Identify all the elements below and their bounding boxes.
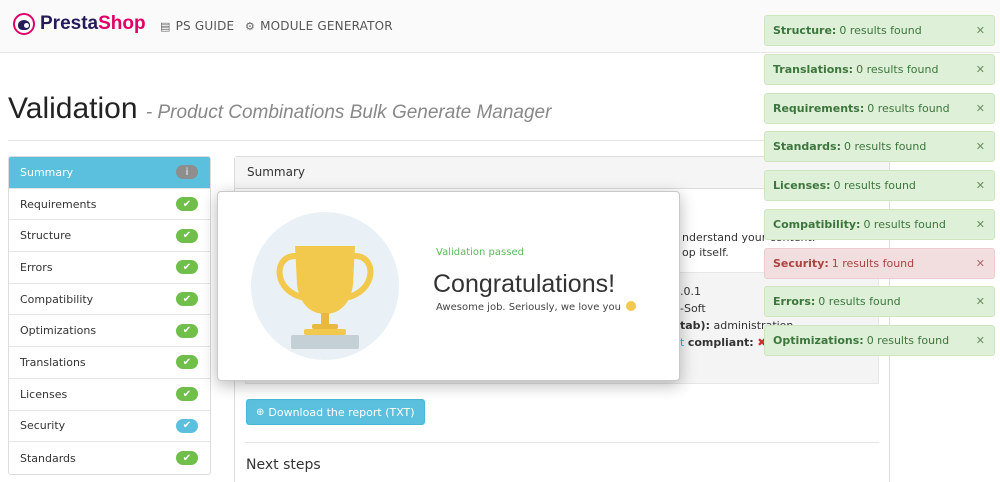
page-title-main: Validation	[8, 92, 138, 125]
divider	[245, 442, 879, 443]
heart-eyes-emoji-icon	[626, 301, 637, 311]
nav-ps-guide[interactable]: ▤ PS GUIDE	[160, 19, 234, 33]
modal-title: Congratulations!	[433, 270, 616, 298]
check-icon: ✔	[176, 418, 198, 433]
page-title: Validation - Product Combinations Bulk G…	[8, 92, 551, 126]
download-report-button[interactable]: ⊕ Download the report (TXT)	[246, 399, 425, 425]
module-compliant-fragment: t compliant: ✖	[680, 336, 767, 349]
validation-sidebar: Summary i Requirements ✔ Structure ✔ Err…	[8, 156, 211, 475]
notification-errors: Errors: 0 results found ✕	[764, 286, 995, 317]
close-icon[interactable]: ✕	[976, 334, 985, 347]
info-icon: i	[176, 165, 198, 180]
nav-module-generator-label: MODULE GENERATOR	[260, 19, 393, 33]
sidebar-item-label: Structure	[20, 229, 72, 243]
sidebar-item-summary[interactable]: Summary i	[9, 157, 210, 189]
close-icon[interactable]: ✕	[976, 295, 985, 308]
notification-translations: Translations: 0 results found ✕	[764, 54, 995, 85]
sidebar-item-standards[interactable]: Standards ✔	[9, 442, 210, 474]
summary-text-fragment: op itself.	[682, 246, 729, 259]
logo-text: PrestaShop	[40, 13, 146, 34]
sidebar-item-label: Requirements	[20, 197, 97, 211]
check-icon: ✔	[176, 197, 198, 212]
notification-structure: Structure: 0 results found ✕	[764, 15, 995, 46]
close-icon[interactable]: ✕	[976, 63, 985, 76]
check-icon: ✔	[176, 451, 198, 466]
page-subtitle: - Product Combinations Bulk Generate Man…	[145, 102, 552, 123]
sidebar-item-label: Compatibility	[20, 292, 94, 306]
notification-licenses: Licenses: 0 results found ✕	[764, 170, 995, 201]
download-report-label: Download the report (TXT)	[268, 405, 415, 419]
close-icon[interactable]: ✕	[976, 218, 985, 231]
gears-icon: ⚙	[245, 19, 256, 33]
notification-requirements: Requirements: 0 results found ✕	[764, 93, 995, 124]
sidebar-item-label: Optimizations	[20, 324, 97, 338]
sidebar-item-security[interactable]: Security ✔	[9, 411, 210, 443]
download-icon: ⊕	[256, 406, 265, 418]
book-icon: ▤	[160, 19, 171, 33]
sidebar-item-structure[interactable]: Structure ✔	[9, 220, 210, 253]
close-icon[interactable]: ✕	[976, 257, 985, 270]
module-version-fragment: .0.1	[680, 285, 701, 298]
sidebar-item-label: Licenses	[20, 387, 68, 401]
modal-message: Awesome job. Seriously, we love you	[436, 301, 637, 313]
check-icon: ✔	[176, 292, 198, 307]
notification-standards: Standards: 0 results found ✕	[764, 131, 995, 162]
sidebar-item-label: Standards	[20, 451, 76, 465]
success-modal: Validation passed Congratulations! Aweso…	[217, 191, 680, 381]
close-icon[interactable]: ✕	[976, 102, 985, 115]
prestashop-logo-icon	[13, 13, 35, 35]
nav-ps-guide-label: PS GUIDE	[175, 19, 235, 33]
trophy-icon	[276, 246, 374, 349]
next-steps-heading: Next steps	[246, 457, 321, 473]
sidebar-item-label: Security	[20, 419, 66, 433]
check-icon: ✔	[176, 260, 198, 275]
sidebar-item-errors[interactable]: Errors ✔	[9, 252, 210, 284]
sidebar-item-optimizations[interactable]: Optimizations ✔	[9, 315, 210, 348]
module-author-fragment: -Soft	[680, 302, 706, 315]
sidebar-item-label: Translations	[20, 355, 86, 369]
sidebar-item-label: Errors	[20, 260, 53, 274]
notification-compatibility: Compatibility: 0 results found ✕	[764, 209, 995, 240]
sidebar-item-compatibility[interactable]: Compatibility ✔	[9, 284, 210, 316]
prestashop-logo[interactable]: PrestaShop	[13, 13, 146, 35]
close-icon[interactable]: ✕	[976, 24, 985, 37]
check-icon: ✔	[176, 355, 198, 370]
check-icon: ✔	[176, 387, 198, 402]
close-icon[interactable]: ✕	[976, 140, 985, 153]
sidebar-item-requirements[interactable]: Requirements ✔	[9, 189, 210, 221]
check-icon: ✔	[176, 323, 198, 338]
divider	[8, 140, 888, 141]
notification-optimizations: Optimizations: 0 results found ✕	[764, 325, 995, 356]
sidebar-item-label: Summary	[20, 165, 74, 179]
notification-security: Security: 1 results found ✕	[764, 248, 995, 279]
sidebar-item-licenses[interactable]: Licenses ✔	[9, 379, 210, 411]
sidebar-item-translations[interactable]: Translations ✔	[9, 347, 210, 379]
trophy-background	[251, 212, 399, 360]
check-icon: ✔	[176, 228, 198, 243]
nav-module-generator[interactable]: ⚙ MODULE GENERATOR	[245, 19, 393, 33]
close-icon[interactable]: ✕	[976, 179, 985, 192]
validation-status: Validation passed	[436, 247, 524, 258]
